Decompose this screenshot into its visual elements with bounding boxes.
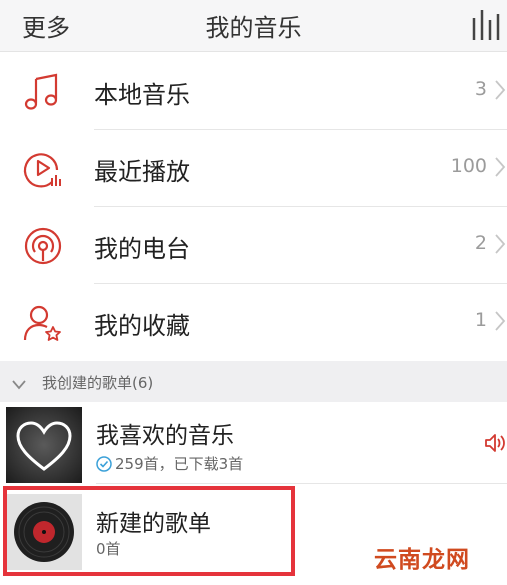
- highlight-box: [3, 486, 295, 576]
- chevron-right-icon: [494, 156, 506, 182]
- playlist-track-info: 259首，已下载3首: [115, 455, 244, 473]
- music-note-icon: [22, 71, 64, 113]
- menu-item-count: 3: [474, 78, 487, 100]
- top-bar: 更多 我的音乐: [0, 0, 507, 52]
- menu-item-count: 1: [474, 309, 487, 331]
- downloaded-check-icon: [96, 456, 112, 476]
- playlist-subtitle: 259首，已下载3首: [96, 453, 243, 476]
- menu-item-label: 最近播放: [94, 158, 190, 186]
- page-title: 我的音乐: [205, 14, 302, 42]
- menu-item-count: 100: [450, 155, 487, 177]
- playlist-liked-music[interactable]: 我喜欢的音乐 259首，已下载3首: [0, 402, 507, 484]
- menu-item-count: 2: [474, 232, 487, 254]
- radio-icon: [22, 225, 64, 267]
- created-playlists-header[interactable]: 我创建的歌单(6): [0, 361, 507, 402]
- chevron-right-icon: [494, 233, 506, 259]
- playlist-name: 我喜欢的音乐: [96, 423, 234, 449]
- chevron-right-icon: [494, 79, 506, 105]
- playlist-cover: [6, 407, 82, 483]
- menu-item-label: 我的电台: [94, 235, 190, 263]
- menu-item-label: 我的收藏: [94, 312, 190, 340]
- chevron-right-icon: [494, 310, 506, 336]
- chevron-down-icon: [12, 375, 26, 394]
- equalizer-icon[interactable]: [470, 6, 506, 48]
- menu-item-my-radio[interactable]: 我的电台 2: [0, 207, 507, 284]
- section-title: 我创建的歌单(6): [42, 374, 154, 392]
- watermark-text: 云南龙网: [372, 540, 472, 574]
- speaker-icon[interactable]: [484, 432, 507, 458]
- menu-item-my-favorites[interactable]: 我的收藏 1: [0, 284, 507, 361]
- menu-item-local-music[interactable]: 本地音乐 3: [0, 53, 507, 130]
- menu-item-recent-play[interactable]: 最近播放 100: [0, 130, 507, 207]
- favorites-icon: [22, 302, 64, 344]
- recent-play-icon: [22, 148, 64, 190]
- menu-item-label: 本地音乐: [94, 81, 190, 109]
